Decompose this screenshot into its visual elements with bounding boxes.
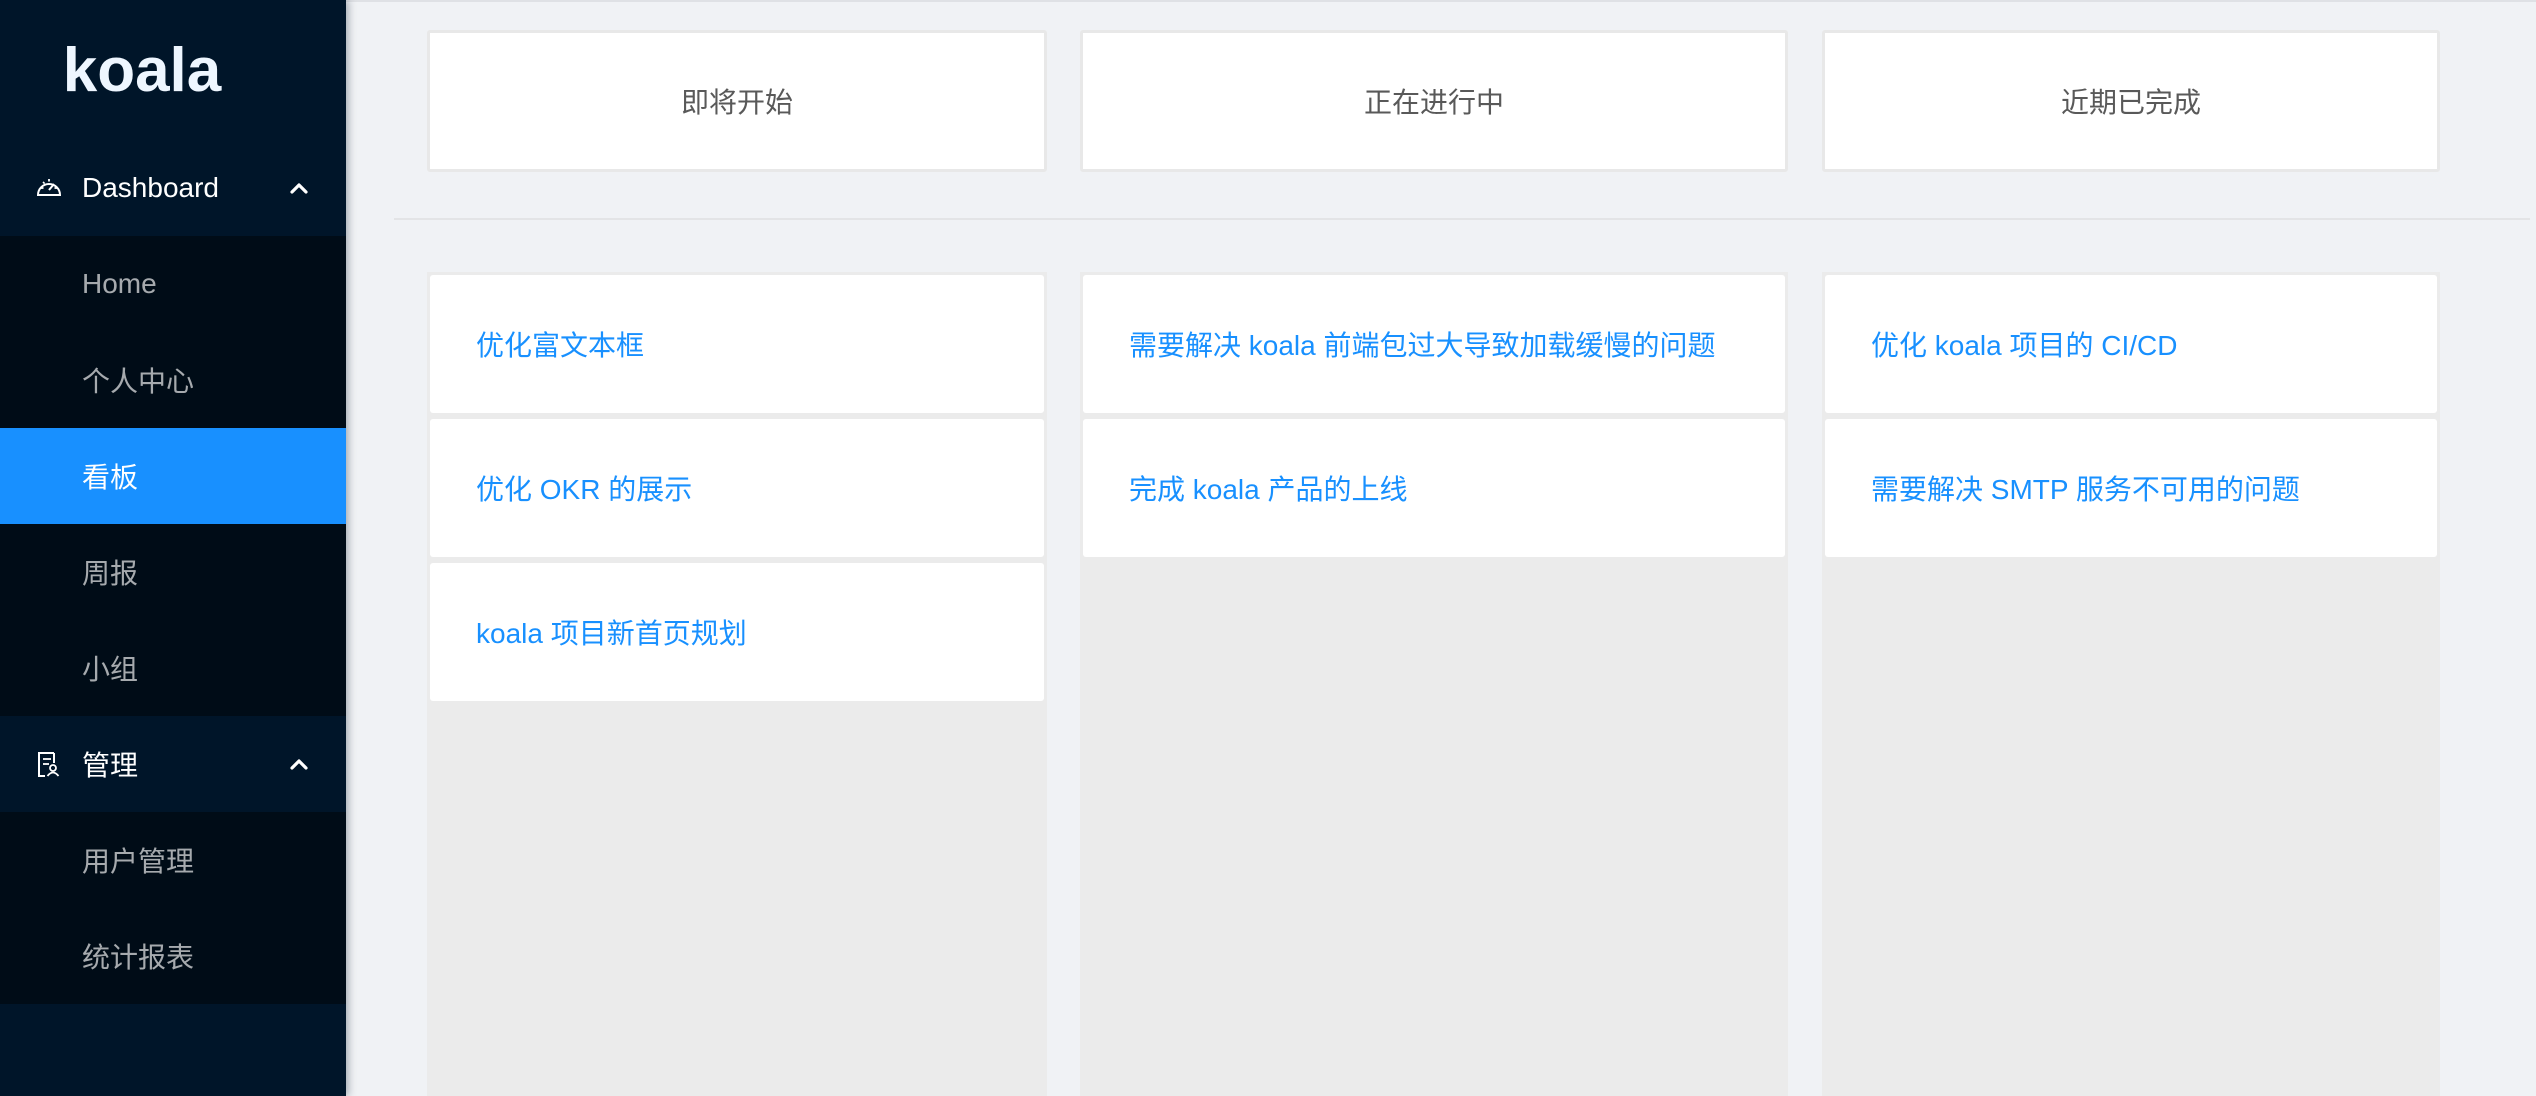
chevron-up-icon <box>290 759 308 770</box>
sidebar-group-label: 管理 <box>82 750 139 781</box>
column-upcoming: 优化富文本框 优化 OKR 的展示 koala 项目新首页规划 <box>427 272 1047 1096</box>
app-logo[interactable]: koala <box>0 0 346 140</box>
sidebar-item-statistics[interactable]: 统计报表 <box>0 908 346 1004</box>
sidebar-item-weekly-report[interactable]: 周报 <box>0 524 346 620</box>
sidebar-item-profile[interactable]: 个人中心 <box>0 332 346 428</box>
chevron-up-icon <box>290 183 308 194</box>
column-header-in-progress: 正在进行中 <box>1080 30 1788 172</box>
sidebar-item-user-management[interactable]: 用户管理 <box>0 812 346 908</box>
sidebar-item-kanban[interactable]: 看板 <box>0 428 346 524</box>
sidebar-item-team[interactable]: 小组 <box>0 620 346 716</box>
column-done: 优化 koala 项目的 CI/CD 需要解决 SMTP 服务不可用的问题 <box>1822 272 2440 1096</box>
submenu-management: 用户管理 统计报表 <box>0 812 346 1004</box>
task-card[interactable]: 优化富文本框 <box>430 275 1044 413</box>
task-card[interactable]: 完成 koala 产品的上线 <box>1083 419 1785 557</box>
column-header-done: 近期已完成 <box>1822 30 2440 172</box>
submenu-dashboard: Home 个人中心 看板 周报 小组 <box>0 236 346 716</box>
sidebar: koala Dashboard Home 个人中心 看板 周报 小组 管理 用户… <box>0 0 346 1096</box>
sidebar-group-management[interactable]: 管理 <box>0 716 346 812</box>
sidebar-group-dashboard[interactable]: Dashboard <box>0 140 346 236</box>
task-card[interactable]: 需要解决 SMTP 服务不可用的问题 <box>1825 419 2437 557</box>
column-header-upcoming: 即将开始 <box>427 30 1047 172</box>
task-card[interactable]: 优化 koala 项目的 CI/CD <box>1825 275 2437 413</box>
dashboard-icon <box>36 179 62 196</box>
audit-icon <box>38 752 60 777</box>
sidebar-group-label: Dashboard <box>82 172 219 203</box>
sidebar-item-home[interactable]: Home <box>0 236 346 332</box>
task-card[interactable]: koala 项目新首页规划 <box>430 563 1044 701</box>
kanban-board: 即将开始 正在进行中 近期已完成 优化富文本框 优化 OKR 的展示 koala… <box>346 0 2536 1096</box>
task-card[interactable]: 需要解决 koala 前端包过大导致加载缓慢的问题 <box>1083 275 1785 413</box>
column-in-progress: 需要解决 koala 前端包过大导致加载缓慢的问题 完成 koala 产品的上线 <box>1080 272 1788 1096</box>
divider <box>394 218 2530 220</box>
task-card[interactable]: 优化 OKR 的展示 <box>430 419 1044 557</box>
